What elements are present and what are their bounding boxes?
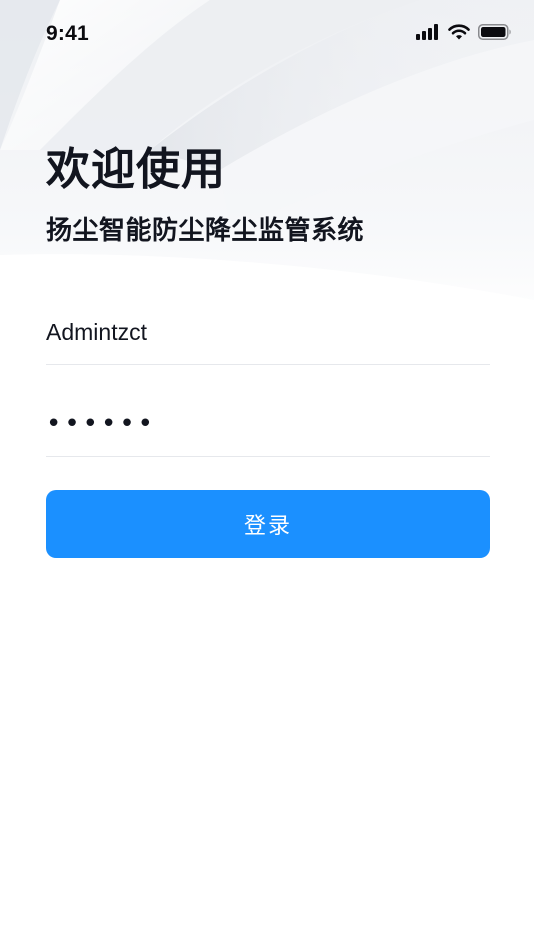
- password-input[interactable]: [46, 392, 490, 456]
- status-icons: [416, 24, 512, 40]
- battery-icon: [478, 24, 512, 40]
- login-screen: 9:41 欢迎使用 扬尘智能防尘降尘监管系统 Admintzct 登录: [0, 0, 534, 950]
- login-button[interactable]: 登录: [46, 490, 490, 558]
- status-bar: 9:41: [0, 0, 534, 70]
- wifi-icon: [448, 24, 470, 40]
- username-field: [46, 300, 490, 365]
- app-subtitle: 扬尘智能防尘降尘监管系统: [46, 216, 365, 246]
- welcome-title: 欢迎使用: [46, 144, 226, 195]
- password-field: [46, 392, 490, 457]
- status-time: 9:41: [46, 22, 89, 45]
- username-input[interactable]: [46, 300, 490, 364]
- cellular-signal-icon: [416, 24, 440, 40]
